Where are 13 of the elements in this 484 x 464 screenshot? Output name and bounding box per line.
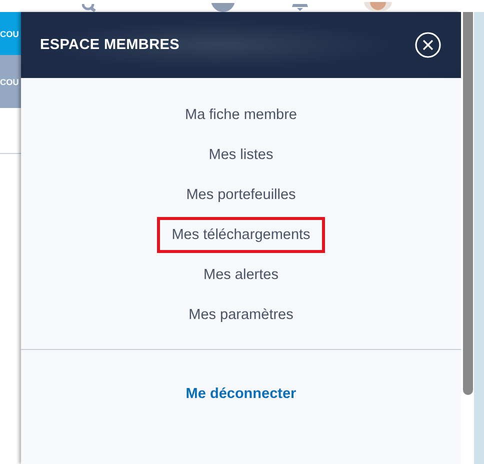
search-icon[interactable] (82, 4, 98, 12)
menu-item[interactable]: Ma fiche membre (170, 97, 312, 133)
menu-item[interactable]: Mes portefeuilles (171, 177, 311, 213)
close-button[interactable] (415, 32, 441, 58)
menu-item[interactable]: Mes alertes (188, 257, 294, 293)
close-icon (415, 32, 441, 58)
scrollbar-thumb[interactable] (462, 12, 472, 395)
menu-item[interactable]: Mes paramètres (174, 297, 308, 333)
avatar-icon[interactable] (364, 2, 392, 12)
panel-title: ESPACE MEMBRES (40, 37, 180, 53)
logout-link[interactable]: Me déconnecter (170, 376, 312, 412)
menu-item[interactable]: Mes téléchargements (156, 217, 326, 253)
menu-item[interactable]: Mes listes (194, 137, 288, 173)
